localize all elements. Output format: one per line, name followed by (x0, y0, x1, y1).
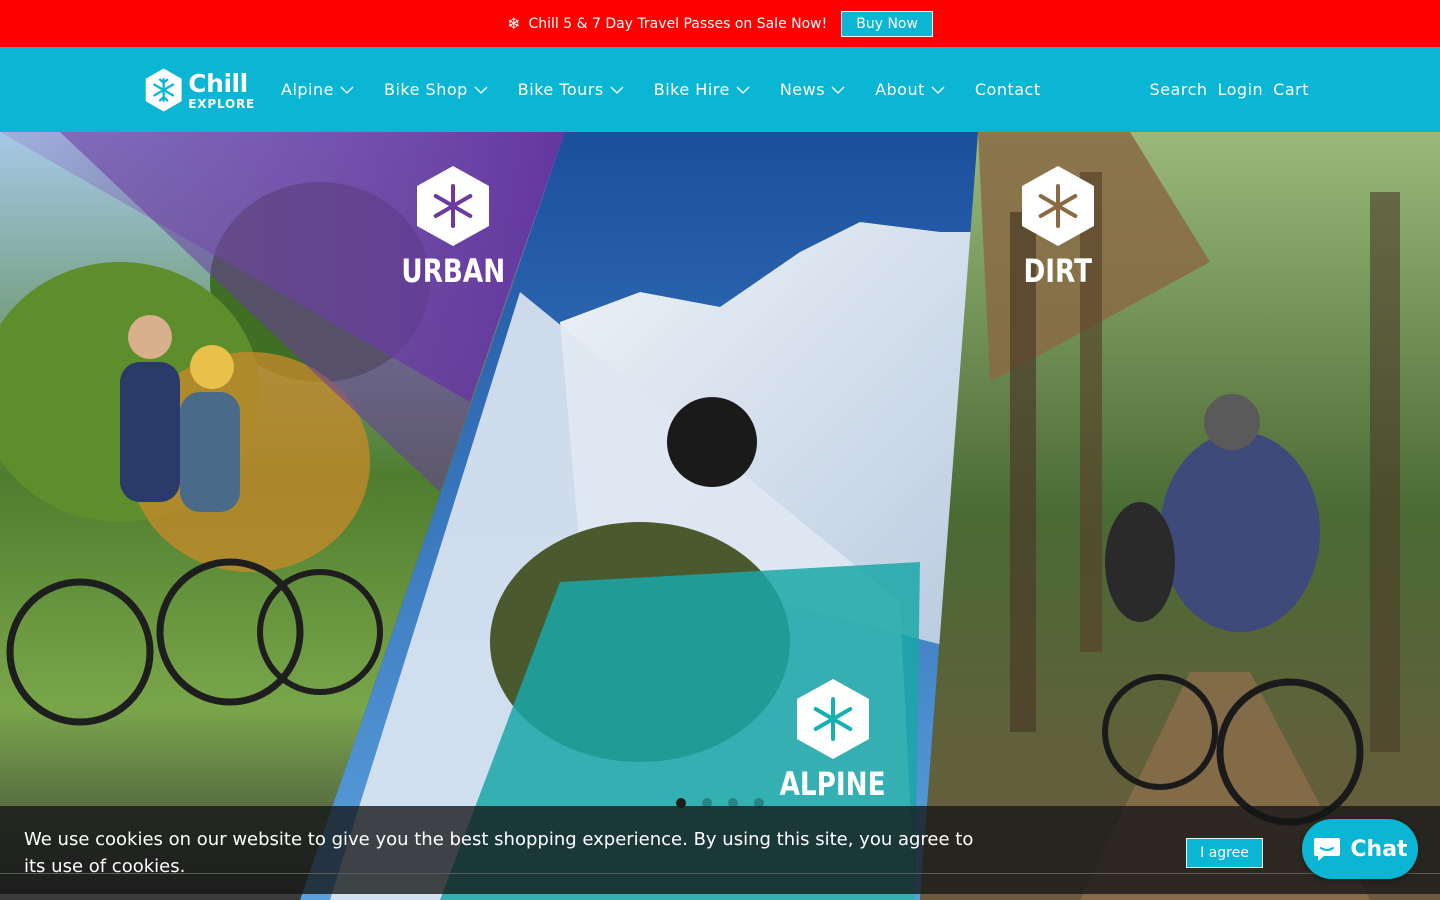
nav-label: Bike Hire (653, 80, 730, 99)
nav-label: Bike Shop (383, 80, 468, 99)
announcement-bar: ❄ Chill 5 & 7 Day Travel Passes on Sale … (0, 0, 1440, 47)
dirt-badge[interactable]: DIRT (1016, 164, 1100, 290)
dirt-label: DIRT (1023, 252, 1092, 290)
announcement-text: Chill 5 & 7 Day Travel Passes on Sale No… (528, 15, 828, 32)
chevron-down-icon (610, 86, 624, 94)
main-nav: Alpine Bike Shop Bike Tours Bike Hire Ne… (281, 47, 1071, 132)
chill-explore-logo[interactable]: Chill EXPLORE (143, 64, 255, 116)
logo-wordmark: Chill EXPLORE (188, 71, 255, 110)
cookie-text: We use cookies on our website to give yo… (24, 829, 974, 877)
announcement-text-group: ❄ Chill 5 & 7 Day Travel Passes on Sale … (507, 14, 827, 33)
nav-item-about[interactable]: About (875, 80, 945, 99)
nav-item-bike-shop[interactable]: Bike Shop (384, 80, 488, 99)
chevron-down-icon (340, 86, 354, 94)
snowflake-icon: ❄ (507, 14, 521, 33)
nav-label: Contact (974, 80, 1041, 99)
nav-label: Alpine (281, 80, 334, 99)
chill-hexagon-icon (417, 166, 490, 246)
divider (0, 873, 1440, 874)
nav-label: News (779, 80, 826, 99)
nav-label: About (875, 80, 925, 99)
nav-item-bike-tours[interactable]: Bike Tours (518, 80, 624, 99)
hero-collage-image (0, 132, 1440, 900)
chill-logo-hexagon-icon (145, 68, 182, 112)
utility-nav: Search Login Cart (1150, 47, 1309, 132)
chill-hexagon-icon (1021, 166, 1094, 246)
hero-slideshow[interactable]: URBAN DIRT ALPINE (0, 132, 1440, 900)
nav-item-contact[interactable]: Contact (975, 80, 1041, 99)
chevron-down-icon (831, 86, 845, 94)
alpine-badge[interactable]: ALPINE (768, 677, 897, 803)
site-header: Chill EXPLORE Alpine Bike Shop Bike Tour… (0, 47, 1440, 132)
login-link[interactable]: Login (1218, 80, 1264, 99)
chevron-down-icon (931, 86, 945, 94)
chevron-down-icon (736, 86, 750, 94)
buy-now-button[interactable]: Buy Now (841, 10, 933, 37)
chat-button[interactable]: Chat (1302, 819, 1418, 879)
chevron-down-icon (474, 86, 488, 94)
alpine-label: ALPINE (779, 765, 886, 803)
nav-item-news[interactable]: News (780, 80, 845, 99)
cart-link[interactable]: Cart (1273, 80, 1309, 99)
chat-label: Chat (1350, 836, 1408, 862)
cookie-banner: We use cookies on our website to give yo… (0, 806, 1440, 894)
nav-item-alpine[interactable]: Alpine (281, 80, 354, 99)
logo-line2: EXPLORE (188, 96, 255, 111)
urban-badge[interactable]: URBAN (390, 164, 517, 290)
nav-item-bike-hire[interactable]: Bike Hire (654, 80, 750, 99)
search-link[interactable]: Search (1150, 80, 1208, 99)
nav-label: Bike Tours (517, 80, 604, 99)
urban-label: URBAN (401, 252, 506, 290)
logo-line1: Chill (188, 68, 248, 98)
chill-hexagon-icon (796, 679, 869, 759)
cookie-agree-button[interactable]: I agree (1186, 838, 1263, 868)
chat-bubble-icon (1314, 838, 1341, 861)
